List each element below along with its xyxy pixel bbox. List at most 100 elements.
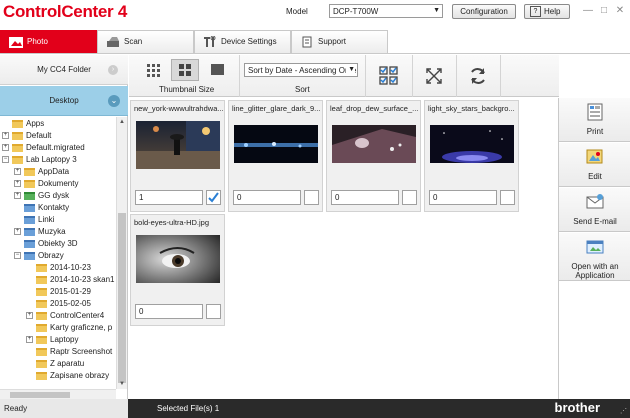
open-with-application-button[interactable]: Open with an Application: [559, 233, 630, 281]
thumbnail-size-label: Thumbnail Size: [159, 85, 215, 94]
status-bar: Ready Selected File(s) 1 brother ⋰: [0, 399, 630, 418]
folder-icon: [24, 203, 35, 212]
folder-icon: [24, 215, 35, 224]
tree-item[interactable]: Karty graficzne, p: [26, 322, 112, 334]
tree-item[interactable]: Z aparatu: [26, 358, 84, 370]
resize-grip-icon[interactable]: ⋰: [620, 408, 628, 416]
expand-icon[interactable]: +: [2, 144, 9, 152]
tab-device-settings[interactable]: Device Settings: [194, 30, 291, 53]
medium-thumbnail-button[interactable]: [171, 59, 199, 81]
tab-photo[interactable]: Photo: [0, 30, 97, 53]
scroll-down-icon[interactable]: ▼: [117, 379, 127, 389]
tree-item[interactable]: + GG dysk: [14, 190, 69, 202]
tree-item-label: 2015-01-29: [50, 287, 91, 296]
folder-icon: [36, 335, 47, 344]
thumbnail-image[interactable]: [430, 125, 514, 163]
quantity-input[interactable]: 0: [233, 190, 301, 205]
configuration-button[interactable]: Configuration: [452, 4, 516, 19]
refresh-icon[interactable]: [467, 65, 489, 87]
folder-icon: [36, 275, 47, 284]
scroll-up-icon[interactable]: ▲: [117, 117, 127, 127]
thumbnail-card[interactable]: light_sky_stars_backgro... 0: [424, 100, 519, 212]
expand-icon[interactable]: +: [14, 192, 21, 200]
expand-icon[interactable]: +: [26, 312, 33, 320]
select-checkbox[interactable]: [304, 190, 319, 205]
scrollbar-thumb[interactable]: [118, 213, 126, 383]
folder-icon: [24, 191, 35, 200]
collapse-icon[interactable]: −: [14, 252, 21, 260]
maximize-button[interactable]: □: [598, 5, 610, 17]
select-all-icon[interactable]: [378, 65, 400, 87]
tab-support[interactable]: Support: [291, 30, 388, 53]
tree-item[interactable]: Zapisane obrazy: [26, 370, 109, 382]
quantity-input[interactable]: 0: [429, 190, 497, 205]
tree-item[interactable]: Linki: [14, 214, 54, 226]
help-button[interactable]: ? Help: [524, 4, 570, 19]
tree-vertical-scrollbar[interactable]: ▲ ▼: [116, 117, 127, 389]
model-select[interactable]: DCP-T700W ▼: [329, 4, 443, 18]
collapse-icon[interactable]: −: [2, 156, 9, 164]
thumbnail-image[interactable]: [136, 235, 220, 283]
tab-scan[interactable]: Scan: [97, 30, 194, 53]
close-button[interactable]: ✕: [614, 5, 626, 17]
tree-item[interactable]: + ControlCenter4: [26, 310, 104, 322]
tree-item[interactable]: + Laptopy: [26, 334, 78, 346]
tree-item[interactable]: Kontakty: [14, 202, 69, 214]
thumbnail-card[interactable]: line_glitter_glare_dark_9... 0: [228, 100, 323, 212]
tree-item[interactable]: 2015-01-29: [26, 286, 91, 298]
tree-item[interactable]: + Default: [2, 130, 51, 142]
select-checkbox[interactable]: [500, 190, 515, 205]
select-checkbox[interactable]: [402, 190, 417, 205]
large-thumbnail-button[interactable]: [203, 59, 231, 81]
folder-tree[interactable]: Apps + Default + Default.migrated − Lab Laptop…: [0, 117, 116, 389]
expand-icon[interactable]: +: [26, 336, 33, 344]
desktop-button[interactable]: Desktop ⌄: [0, 86, 128, 116]
tree-item[interactable]: 2014-10-23 skan1: [26, 274, 115, 286]
tree-item[interactable]: − Lab Laptopy 3: [2, 154, 77, 166]
select-checkbox[interactable]: [206, 304, 221, 319]
tree-item[interactable]: Raptr Screenshot: [26, 346, 112, 358]
quantity-input[interactable]: 0: [331, 190, 399, 205]
scrollbar-thumb[interactable]: [10, 392, 70, 398]
quantity-input[interactable]: 0: [135, 304, 203, 319]
quantity-input[interactable]: 1: [135, 190, 203, 205]
thumbnail-image[interactable]: [332, 125, 416, 163]
tree-item[interactable]: + Dokumenty: [14, 178, 78, 190]
expand-icon[interactable]: +: [14, 168, 21, 176]
open-with-icon: [586, 240, 604, 254]
print-button[interactable]: Print: [559, 98, 630, 142]
tree-item[interactable]: Obiekty 3D: [14, 238, 78, 250]
tree-item[interactable]: + Muzyka: [14, 226, 66, 238]
tree-item[interactable]: + Default.migrated: [2, 142, 85, 154]
tree-item[interactable]: + AppData: [14, 166, 69, 178]
my-cc4-folder-button[interactable]: My CC4 Folder ›: [0, 55, 128, 85]
edit-icon: [586, 149, 603, 164]
small-thumbnail-button[interactable]: [139, 59, 167, 81]
tree-item[interactable]: 2015-02-05: [26, 298, 91, 310]
expand-icon[interactable]: +: [2, 132, 9, 140]
minimize-button[interactable]: —: [582, 5, 594, 17]
select-checkbox[interactable]: [206, 190, 221, 205]
thumbnail-image[interactable]: [234, 125, 318, 163]
thumbnail-card[interactable]: new_york-wwwultrahdwa... 1: [130, 100, 225, 212]
tree-item[interactable]: Apps: [2, 118, 44, 130]
thumbnail-card[interactable]: leaf_drop_dew_surface_... 0: [326, 100, 421, 212]
expand-icon[interactable]: +: [14, 180, 21, 188]
thumbnail-image[interactable]: [136, 121, 220, 169]
tree-item[interactable]: − Obrazy: [14, 250, 64, 262]
send-email-button[interactable]: Send E-mail: [559, 188, 630, 232]
checkmark-icon: [208, 192, 219, 203]
folder-icon: [12, 143, 23, 152]
folder-icon: [12, 155, 23, 164]
sort-select[interactable]: Sort by Date - Ascending Orde ▼: [244, 63, 358, 77]
tree-horizontal-scrollbar[interactable]: [0, 389, 116, 399]
tree-item[interactable]: 2014-10-23: [26, 262, 91, 274]
edit-button[interactable]: Edit: [559, 143, 630, 187]
expand-icon[interactable]: +: [14, 228, 21, 236]
tab-scan-label: Scan: [124, 37, 143, 46]
tree-item-label: Zapisane obrazy: [50, 371, 110, 380]
thumbnail-card[interactable]: bold-eyes-ultra-HD.jpg 0: [130, 214, 225, 326]
clear-selection-icon[interactable]: [423, 65, 445, 87]
